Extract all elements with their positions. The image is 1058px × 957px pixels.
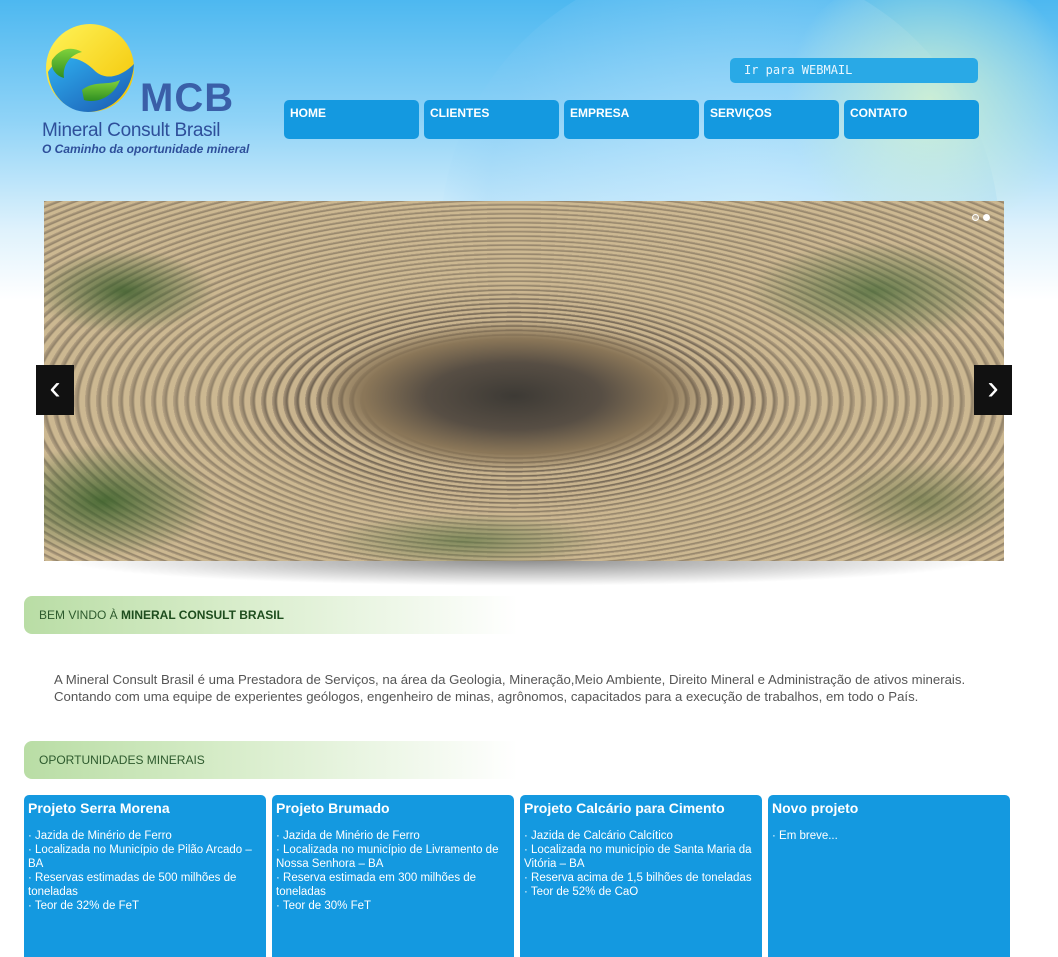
nav-empresa[interactable]: EMPRESA bbox=[564, 100, 699, 139]
hero-slider-image bbox=[44, 201, 1004, 561]
welcome-heading-prefix: BEM VINDO À bbox=[39, 608, 122, 622]
slider-shadow bbox=[60, 560, 988, 586]
logo-tagline: O Caminho da oportunidade mineral bbox=[42, 142, 250, 156]
slider-dot-1[interactable] bbox=[972, 214, 979, 221]
card-item: · Localizada no Município de Pilão Arcad… bbox=[28, 844, 252, 870]
nav-home[interactable]: HOME bbox=[284, 100, 419, 139]
opportunity-cards: Projeto Serra Morena · Jazida de Minério… bbox=[24, 795, 1010, 957]
card-item: · Jazida de Calcário Calcítico bbox=[524, 830, 673, 842]
card-item: · Jazida de Minério de Ferro bbox=[28, 830, 172, 842]
opportunity-card[interactable]: Projeto Brumado · Jazida de Minério de F… bbox=[272, 795, 514, 957]
slider-dot-2[interactable] bbox=[983, 214, 990, 221]
welcome-heading: BEM VINDO À MINERAL CONSULT BRASIL bbox=[24, 596, 518, 634]
opportunity-card[interactable]: Projeto Calcário para Cimento · Jazida d… bbox=[520, 795, 762, 957]
logo-company-name: Mineral Consult Brasil bbox=[42, 120, 221, 141]
card-item: · Em breve... bbox=[772, 830, 838, 842]
card-item: · Reserva acima de 1,5 bilhões de tonela… bbox=[524, 872, 752, 884]
main-nav: HOME CLIENTES EMPRESA SERVIÇOS CONTATO bbox=[284, 100, 979, 139]
logo-globe-icon bbox=[46, 24, 134, 112]
card-title: Projeto Serra Morena bbox=[28, 800, 170, 816]
card-item: · Reserva estimada em 300 milhões de ton… bbox=[276, 872, 477, 898]
nav-contato[interactable]: CONTATO bbox=[844, 100, 979, 139]
card-title: Novo projeto bbox=[772, 800, 859, 816]
opportunity-card[interactable]: Projeto Serra Morena · Jazida de Minério… bbox=[24, 795, 266, 957]
slider-pagination bbox=[972, 214, 990, 221]
card-item: · Teor de 32% de FeT bbox=[28, 900, 140, 912]
card-item: · Reservas estimadas de 500 milhões de t… bbox=[28, 872, 237, 898]
opportunity-card[interactable]: Novo projeto · Em breve... bbox=[768, 795, 1010, 957]
nav-servicos[interactable]: SERVIÇOS bbox=[704, 100, 839, 139]
card-item: · Localizada no município de Santa Maria… bbox=[524, 844, 752, 870]
intro-text: A Mineral Consult Brasil é uma Prestador… bbox=[54, 672, 966, 704]
slider-next-button[interactable]: › bbox=[974, 365, 1012, 415]
site-logo[interactable]: MCB Mineral Consult Brasil O Caminho da … bbox=[42, 20, 249, 160]
card-title: Projeto Calcário para Cimento bbox=[524, 800, 725, 816]
card-title: Projeto Brumado bbox=[276, 800, 390, 816]
slider-image-overlay bbox=[44, 201, 1004, 561]
webmail-link[interactable]: Ir para WEBMAIL bbox=[730, 58, 978, 83]
nav-clientes[interactable]: CLIENTES bbox=[424, 100, 559, 139]
card-item: · Jazida de Minério de Ferro bbox=[276, 830, 420, 842]
welcome-heading-brand: MINERAL CONSULT BRASIL bbox=[121, 608, 284, 622]
opportunities-heading: OPORTUNIDADES MINERAIS bbox=[24, 741, 518, 779]
card-item: · Teor de 30% FeT bbox=[276, 900, 372, 912]
slider-prev-button[interactable]: ‹ bbox=[36, 365, 74, 415]
logo-abbreviation: MCB bbox=[140, 76, 235, 120]
card-item: · Teor de 52% de CaO bbox=[524, 886, 639, 898]
card-item: · Localizada no município de Livramento … bbox=[276, 844, 499, 870]
